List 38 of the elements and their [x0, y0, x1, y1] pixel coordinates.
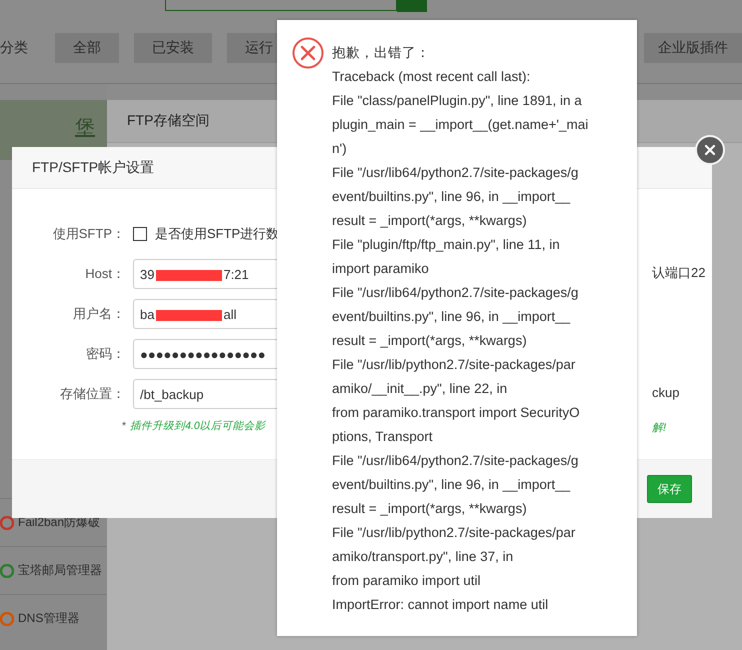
error-text: n') [332, 140, 348, 158]
error-text: from paramiko.transport import SecurityO [332, 404, 581, 422]
hint-text: 认端口22 [652, 264, 706, 282]
error-text: amiko/transport.py", line 37, in [332, 548, 514, 566]
hint-text: ckup [652, 385, 680, 400]
error-text: from paramiko import util [332, 572, 482, 590]
error-text: event/builtins.py", line 96, in __import__ [332, 476, 572, 494]
error-text: import paramiko [332, 260, 430, 278]
error-text: ImportError: cannot import name util [332, 596, 550, 614]
error-text: File "plugin/ftp/ftp_main.py", line 11, in [332, 236, 561, 254]
error-text: plugin_main = __import__(get.name+'_mai [332, 116, 588, 134]
window-title: FTP存储空间 [127, 112, 210, 130]
error-text: Traceback (most recent call last): [332, 68, 532, 86]
error-text: result = _import(*args, **kwargs) [332, 212, 528, 230]
field-label: 密码： [85, 345, 126, 363]
error-text: File "/usr/lib64/python2.7/site-packages/g [332, 164, 580, 182]
note-mark: * [122, 420, 126, 432]
error-text: result = _import(*args, **kwargs) [332, 500, 528, 518]
dialog-title: FTP/SFTP帐户设置 [32, 158, 154, 176]
error-text: File "/usr/lib64/python2.7/site-packages/g [332, 452, 580, 470]
note-text: 插件升级到4.0以后可能会影 [130, 419, 266, 433]
error-text: 抱歉，出错了： [332, 44, 431, 62]
category-label: 分类 [0, 38, 29, 56]
error-text: File "/usr/lib/python2.7/site-packages/par [332, 524, 576, 542]
checkbox-label: 是否使用SFTP进行数 [155, 225, 280, 243]
field-label: 使用SFTP： [52, 225, 126, 243]
field-label: 用户名： [72, 305, 126, 323]
error-text: File "/usr/lib64/python2.7/site-packages/g [332, 284, 580, 302]
error-text: event/builtins.py", line 96, in __import__ [332, 188, 572, 206]
error-text: event/builtins.py", line 96, in __import__ [332, 308, 572, 326]
error-text: File "/usr/lib/python2.7/site-packages/par [332, 356, 576, 374]
error-text: amiko/__init__.py", line 22, in [332, 380, 508, 398]
error-text: File "class/panelPlugin.py", line 1891, in a [332, 92, 583, 110]
field-label: Host： [84, 265, 126, 283]
hint-text: 解! [652, 421, 666, 435]
error-text: ptions, Transport [332, 428, 434, 446]
field-label: 存储位置： [59, 385, 126, 403]
error-text: result = _import(*args, **kwargs) [332, 332, 528, 350]
